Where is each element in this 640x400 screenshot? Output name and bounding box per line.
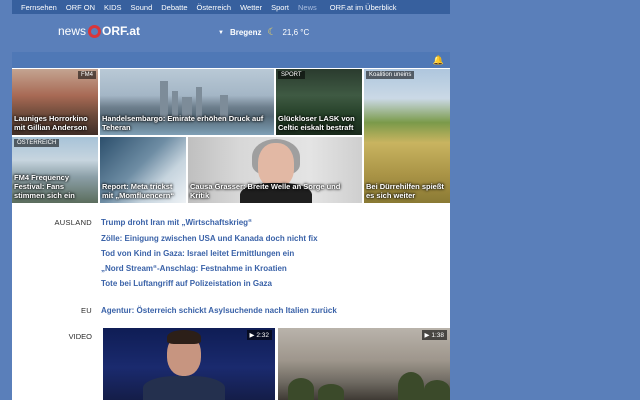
video-section: VIDEO ▶ 2:32 ▶ 1:38 [12,328,450,400]
tree-shape [288,378,314,400]
weather-widget[interactable]: ▼ Bregenz ☾ 21,6 °C [218,27,309,38]
tile-tag: FM4 [78,71,96,79]
news-link[interactable]: Trump droht Iran mit „Wirtschaftskrieg“ [101,218,252,227]
top-navigation-bar: Fernsehen ORF ON KIDS Sound Debatte Öste… [12,0,450,14]
news-tile[interactable]: Koalition uneins Bei Dürrehilfen spießt … [364,69,450,203]
news-tile[interactable]: SPORT Glückloser LASK von Celtic eiskalt… [276,69,362,135]
news-tile[interactable]: Causa Grasser: Breite Welle an Sorge und… [188,137,362,203]
video-person-hair-shape [167,330,201,344]
tile-caption: Launiges Horrorkino mit Gillian Anderson [14,114,88,132]
news-link[interactable]: Agentur: Österreich schickt Asylsuchende… [101,306,337,315]
nav-item-wetter[interactable]: Wetter [240,3,262,12]
nav-item-debatte[interactable]: Debatte [161,3,187,12]
tile-caption: FM4 Frequency Festival: Fans stimmen sic… [14,173,75,200]
weather-city: Bregenz [229,28,262,37]
tile-caption: Report: Meta trickst mit „Momfluencern“ [102,182,175,200]
news-tile[interactable]: ÖSTERREICH FM4 Frequency Festival: Fans … [12,137,98,203]
news-link[interactable]: Tod von Kind in Gaza: Israel leitet Ermi… [101,249,294,258]
video-duration: ▶ 2:32 [246,330,272,340]
tile-tag: SPORT [278,71,305,79]
video-person-body-shape [143,376,225,400]
orf-news-logo[interactable]: news ORF.at [58,24,140,38]
news-tile[interactable]: FM4 Launiges Horrorkino mit Gillian Ande… [12,69,98,135]
weather-temperature: 21,6 °C [282,28,310,37]
nav-link-overview[interactable]: ORF.at im Überblick [330,3,397,12]
tile-caption: Handelsembargo: Emirate erhöhen Druck au… [102,114,264,132]
top-navigation: Fernsehen ORF ON KIDS Sound Debatte Öste… [0,0,640,14]
tile-caption: Bei Dürrehilfen spießt es sich weiter [366,182,444,200]
news-link[interactable]: Zölle: Einigung zwischen USA und Kanada … [101,234,318,243]
news-link[interactable]: Tote bei Luftangriff auf Polizeistation … [101,279,272,288]
notification-bar: 🔔 [12,52,450,68]
news-link[interactable]: „Nord Stream“-Anschlag: Festnahme in Kro… [101,264,287,273]
nav-item-oesterreich[interactable]: Österreich [197,3,232,12]
tile-tag: ÖSTERREICH [14,139,60,147]
nav-item-fernsehen[interactable]: Fernsehen [21,3,57,12]
video-tile[interactable]: ▶ 2:32 [103,328,275,400]
dropdown-arrow-icon: ▼ [218,29,224,36]
video-duration: ▶ 1:38 [421,330,447,340]
video-tile[interactable]: ▶ 1:38 [278,328,450,400]
nav-item-news[interactable]: News [298,3,317,12]
nav-item-sound[interactable]: Sound [131,3,153,12]
tree-shape [398,372,424,400]
section-label-ausland: AUSLAND [54,218,92,227]
site-header: news ORF.at ▼ Bregenz ☾ 21,6 °C [12,14,450,52]
nav-item-sport[interactable]: Sport [271,3,289,12]
section-label-eu: EU [80,306,92,315]
bell-icon[interactable]: 🔔 [433,55,444,66]
section-label-video: VIDEO [68,332,92,341]
orf-logo-icon [88,24,102,38]
main-content: FM4 Launiges Horrorkino mit Gillian Ande… [12,68,450,400]
nav-item-kids[interactable]: KIDS [104,3,122,12]
news-tile[interactable]: Handelsembargo: Emirate erhöhen Druck au… [100,69,274,135]
tile-caption: Glückloser LASK von Celtic eiskalt bestr… [278,114,355,132]
tile-tag: Koalition uneins [366,71,415,79]
news-tile[interactable]: Report: Meta trickst mit „Momfluencern“ [100,137,186,203]
tree-shape [424,380,450,400]
nav-item-orf-on[interactable]: ORF ON [66,3,95,12]
logo-news-text: news [58,24,87,38]
logo-brand-text: ORF.at [102,24,141,38]
tree-shape [318,384,344,400]
moon-icon: ☾ [267,27,277,38]
portrait-face-shape [258,143,294,187]
tile-caption: Causa Grasser: Breite Welle an Sorge und… [190,182,341,200]
